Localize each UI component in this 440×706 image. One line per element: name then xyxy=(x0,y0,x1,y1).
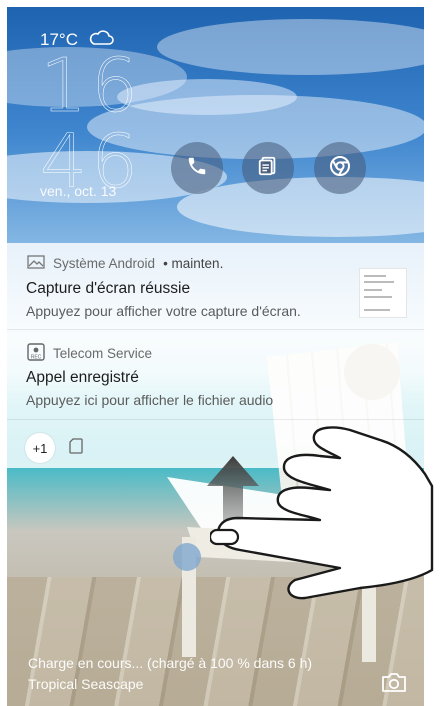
chrome-shortcut-button[interactable] xyxy=(314,142,366,194)
notification-header: REC Telecom Service xyxy=(27,343,152,364)
notification-title: Capture d'écran réussie xyxy=(26,280,191,297)
notification-app-name: Telecom Service xyxy=(53,346,153,361)
overflow-count-badge: +1 xyxy=(25,433,55,463)
phone-shortcut-button[interactable] xyxy=(171,142,223,194)
notification-divider xyxy=(7,329,424,330)
notification-title: Appel enregistré xyxy=(26,369,139,386)
notification-body: Appuyez pour afficher votre capture d'éc… xyxy=(26,303,301,319)
memo-shortcut-button[interactable] xyxy=(242,142,294,194)
camera-icon xyxy=(380,673,408,698)
notification-body: Appuyez ici pour afficher le fichier aud… xyxy=(26,392,274,408)
notification-app-name: Système Android xyxy=(53,256,156,271)
wallpaper-name: Tropical Seascape xyxy=(28,676,144,692)
rec-icon: REC xyxy=(27,343,45,364)
sim-card-icon xyxy=(69,437,83,459)
notification-call-recorded[interactable]: REC Telecom Service Appel enregistré App… xyxy=(7,331,424,419)
notification-screenshot[interactable]: Système Android • mainten. Capture d'écr… xyxy=(7,243,424,329)
chrome-icon xyxy=(328,154,352,183)
svg-text:REC: REC xyxy=(31,355,42,361)
notification-header: Système Android • mainten. xyxy=(27,255,223,272)
clock-hours: 16 xyxy=(40,43,143,129)
memo-icon xyxy=(257,155,279,182)
charging-status: Charge en cours... (chargé à 100 % dans … xyxy=(28,655,313,671)
screenshot-thumbnail xyxy=(359,268,407,318)
date-label: ven., oct. 13 xyxy=(40,183,117,199)
notification-time: • mainten. xyxy=(163,256,224,271)
lock-clock: 16 46 xyxy=(40,43,143,201)
more-notifications-row[interactable]: +1 xyxy=(25,433,83,463)
camera-shortcut-button[interactable] xyxy=(380,670,408,699)
image-icon xyxy=(27,255,45,272)
phone-icon xyxy=(186,155,208,182)
hand-gesture-icon xyxy=(210,426,434,600)
